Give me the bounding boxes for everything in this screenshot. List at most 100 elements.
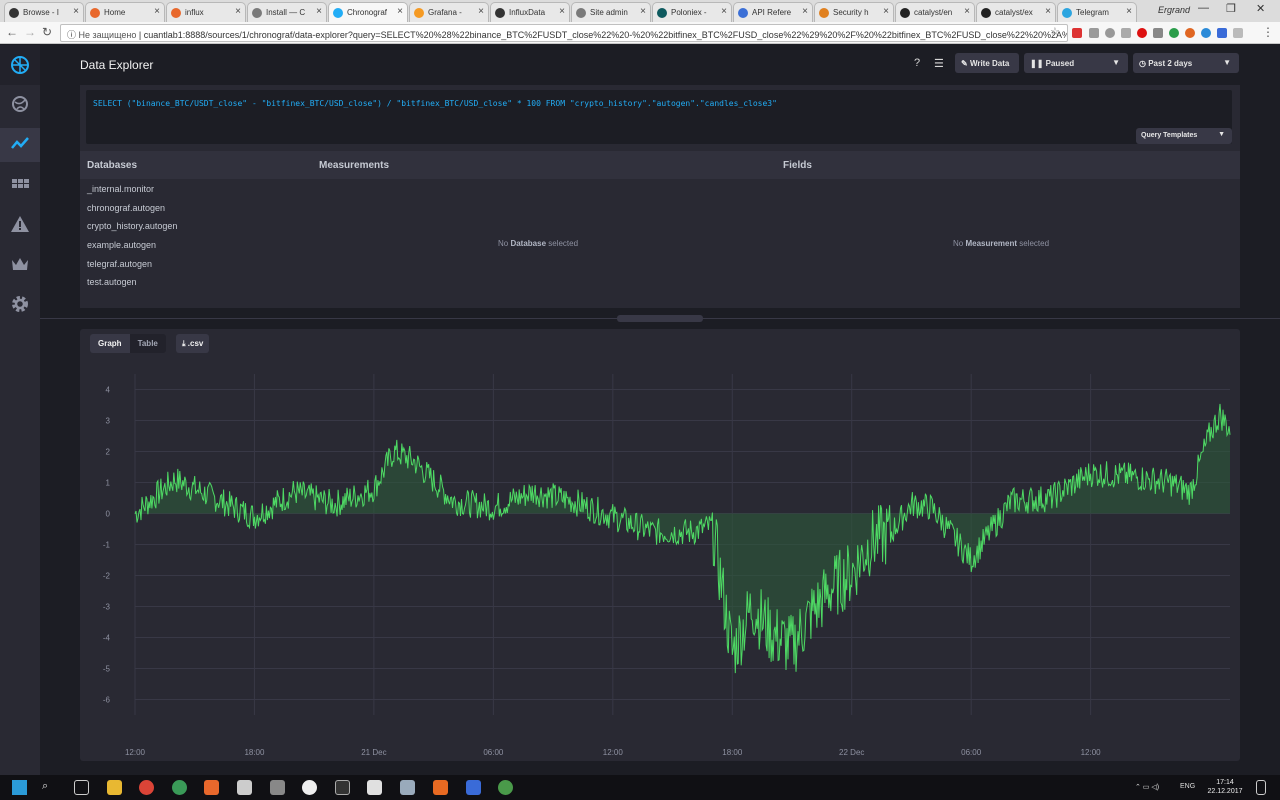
tab-close-icon[interactable]: × [478, 6, 484, 17]
tab-close-icon[interactable]: × [1126, 6, 1132, 17]
terminal-icon[interactable] [335, 780, 350, 795]
app-icon[interactable] [466, 780, 481, 795]
extension-icon[interactable] [1169, 28, 1179, 38]
input-language[interactable]: ENG [1180, 783, 1195, 790]
browser-tab[interactable]: Browse - I × [4, 2, 84, 22]
close-window-icon[interactable]: ✕ [1256, 2, 1265, 15]
app-icon[interactable] [237, 780, 252, 795]
task-view-icon[interactable] [74, 780, 89, 795]
reload-icon[interactable]: ↻ [42, 25, 52, 39]
browser-tab[interactable]: Install — C × [247, 2, 327, 22]
table-tab[interactable]: Table [129, 334, 166, 353]
tab-close-icon[interactable]: × [154, 6, 160, 17]
database-item[interactable]: example.autogen [87, 240, 156, 250]
notifications-icon[interactable] [1256, 780, 1266, 795]
tray-icons[interactable]: ⌃ ▭ ◁) [1135, 783, 1159, 791]
search-icon[interactable]: ⌕ [42, 780, 48, 793]
extension-icon[interactable] [1233, 28, 1243, 38]
browser-tab[interactable]: Security h × [814, 2, 894, 22]
tab-close-icon[interactable]: × [1045, 6, 1051, 17]
browser-tab[interactable]: Chronograf × [328, 2, 408, 22]
app-icon[interactable] [204, 780, 219, 795]
windows-start-icon[interactable] [12, 780, 27, 795]
maximize-icon[interactable]: ❐ [1226, 2, 1236, 15]
tab-close-icon[interactable]: × [397, 6, 403, 17]
info-icon[interactable]: ⓘ [67, 30, 79, 40]
extension-icon[interactable] [1137, 28, 1147, 38]
settings-gear-icon[interactable] [10, 294, 30, 314]
data-explorer-icon[interactable] [10, 134, 30, 154]
tab-close-icon[interactable]: × [721, 6, 727, 17]
extension-icon[interactable] [1185, 28, 1195, 38]
database-item[interactable]: telegraf.autogen [87, 259, 152, 269]
timeseries-chart[interactable]: 4 3 2 1 0 -1 -2 -3 -4 -5 -6 12:00 18:00 21 Dec 06:00 12… [80, 359, 1240, 761]
chrome-icon[interactable] [139, 780, 154, 795]
app-icon[interactable] [400, 780, 415, 795]
tab-close-icon[interactable]: × [640, 6, 646, 17]
graph-tab[interactable]: Graph [90, 334, 130, 353]
list-view-icon[interactable]: ☰ [934, 57, 944, 70]
extension-icon[interactable] [1121, 28, 1131, 38]
minimize-icon[interactable]: — [1198, 2, 1209, 14]
query-templates-dropdown[interactable]: Query Templates ▼ [1136, 128, 1232, 144]
series-line[interactable] [134, 403, 1231, 674]
browser-tab[interactable]: Poloniex - × [652, 2, 732, 22]
write-data-button[interactable]: ✎ Write Data [955, 53, 1019, 73]
alerts-icon[interactable] [10, 214, 30, 234]
forward-icon[interactable]: → [24, 25, 36, 39]
browser-tab[interactable]: Home × [85, 2, 165, 22]
tab-close-icon[interactable]: × [316, 6, 322, 17]
extension-icon[interactable] [1217, 28, 1227, 38]
extension-icon[interactable] [1105, 28, 1115, 38]
database-item[interactable]: test.autogen [87, 277, 137, 287]
csv-download-button[interactable]: ⤓ .csv [176, 334, 210, 353]
query-text[interactable]: SELECT ("binance_BTC/USDT_close" - "bitf… [93, 99, 777, 108]
help-icon[interactable]: ? [914, 57, 920, 69]
browser-menu-icon[interactable]: ⋮ [1262, 25, 1274, 39]
app-icon[interactable] [270, 780, 285, 795]
database-item[interactable]: chronograf.autogen [87, 203, 165, 213]
chronograf-logo[interactable] [0, 45, 40, 85]
profile-name[interactable]: Ergrand [1158, 5, 1190, 15]
address-bar[interactable]: ⓘ Не защищено | cuantlab1:8888/sources/1… [60, 24, 1068, 42]
tab-close-icon[interactable]: × [235, 6, 241, 17]
host-list-icon[interactable] [10, 94, 30, 114]
app-icon[interactable] [302, 780, 317, 795]
time-range-dropdown[interactable]: ◷ Past 2 days ▼ [1133, 53, 1239, 73]
tab-close-icon[interactable]: × [802, 6, 808, 17]
x-tick-label: 06:00 [961, 748, 982, 757]
tab-label: Chronograf [347, 8, 388, 17]
explorer-icon[interactable] [107, 780, 122, 795]
database-item[interactable]: crypto_history.autogen [87, 221, 177, 231]
app-icon[interactable] [367, 780, 382, 795]
extension-icon[interactable] [1072, 28, 1082, 38]
admin-crown-icon[interactable] [10, 254, 30, 274]
extension-icon[interactable] [1153, 28, 1163, 38]
tab-label: Site admin [590, 8, 628, 17]
browser-tab[interactable]: catalyst/en × [895, 2, 975, 22]
browser-tab[interactable]: API Refere × [733, 2, 813, 22]
back-icon[interactable]: ← [6, 25, 18, 39]
browser-tab[interactable]: Telegram × [1057, 2, 1137, 22]
tab-close-icon[interactable]: × [559, 6, 565, 17]
auto-refresh-dropdown[interactable]: ❚❚ Paused ▼ [1024, 53, 1128, 73]
browser-tab[interactable]: Grafana - × [409, 2, 489, 22]
tab-close-icon[interactable]: × [883, 6, 889, 17]
browser-tab[interactable]: influx × [166, 2, 246, 22]
bookmark-star-icon[interactable]: ☆ [1050, 25, 1060, 38]
extension-icon[interactable] [1201, 28, 1211, 38]
app-icon[interactable] [498, 780, 513, 795]
app-icon[interactable] [172, 780, 187, 795]
browser-tab[interactable]: InfluxData × [490, 2, 570, 22]
dashboards-icon[interactable] [10, 174, 30, 194]
system-clock[interactable]: 17:14 22.12.2017 [1205, 778, 1245, 796]
app-icon[interactable] [433, 780, 448, 795]
browser-tab[interactable]: catalyst/ex × [976, 2, 1056, 22]
browser-tab[interactable]: Site admin × [571, 2, 651, 22]
extension-icon[interactable] [1089, 28, 1099, 38]
resize-drag-handle[interactable] [617, 315, 703, 322]
database-item[interactable]: _internal.monitor [87, 184, 154, 194]
tab-close-icon[interactable]: × [73, 6, 79, 17]
tab-close-icon[interactable]: × [964, 6, 970, 17]
query-editor[interactable]: SELECT ("binance_BTC/USDT_close" - "bitf… [86, 90, 1232, 144]
